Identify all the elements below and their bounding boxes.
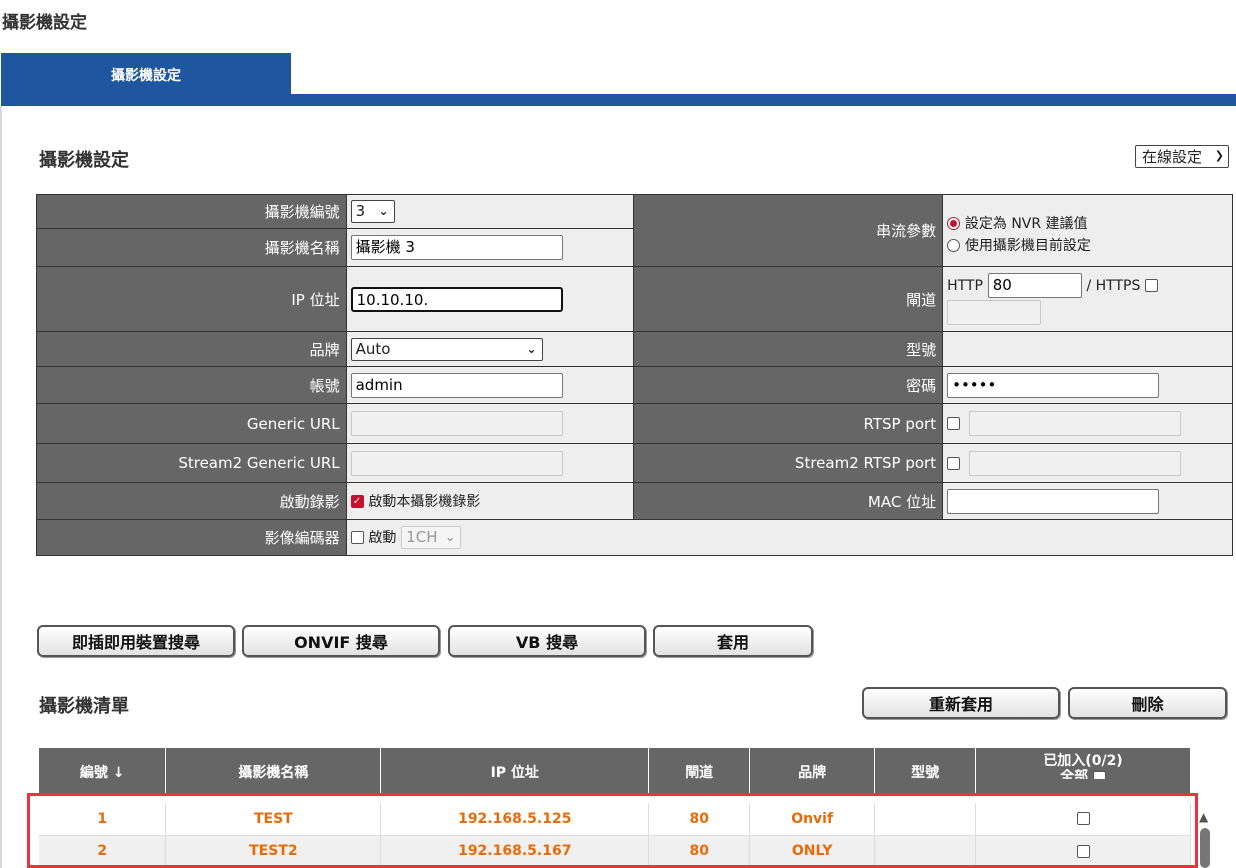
brand-label: 品牌 xyxy=(36,331,347,367)
http-label: HTTP xyxy=(947,278,983,294)
row-brand: ONLY xyxy=(749,835,876,868)
stream-opt1-label: 設定為 NVR 建議值 xyxy=(964,215,1088,232)
mac-input[interactable] xyxy=(947,488,1160,514)
mode-select-value: 在線設定 xyxy=(1142,148,1203,166)
account-label: 帳號 xyxy=(36,366,347,404)
vb-search-button[interactable]: VB 搜尋 xyxy=(448,625,646,657)
row-checkbox[interactable] xyxy=(1076,844,1090,858)
tab-stripe xyxy=(1,94,1236,106)
rtsp-label: RTSP port xyxy=(633,403,944,444)
mac-label: MAC 位址 xyxy=(633,482,944,520)
stream2-rtsp-checkbox[interactable] xyxy=(947,456,961,470)
record-checkbox[interactable]: ✓ xyxy=(350,495,364,508)
camera-no-label: 攝影機編號 xyxy=(36,194,347,229)
chevron-down-icon: ⌄ xyxy=(378,204,389,218)
encoder-label: 影像編碼器 xyxy=(36,519,347,556)
col-name-header: 攝影機名稱 xyxy=(165,748,382,795)
col-brand-header: 品牌 xyxy=(749,748,876,795)
https-label: / HTTPS xyxy=(1086,278,1141,294)
chevron-down-icon: ⌄ xyxy=(526,341,537,356)
row-no: 2 xyxy=(39,835,167,868)
row-no: 1 xyxy=(39,803,167,836)
added-count-label: 已加入(0/2) xyxy=(1043,753,1123,769)
onvif-search-button[interactable]: ONVIF 搜尋 xyxy=(242,625,440,657)
mode-select[interactable]: 在線設定 ❯ xyxy=(1135,145,1229,168)
ip-label: IP 位址 xyxy=(36,266,347,332)
generic-url-label: Generic URL xyxy=(36,403,347,444)
stream-opt2-label: 使用攝影機目前設定 xyxy=(964,237,1091,254)
tab-bar: 攝影機設定 xyxy=(0,53,1236,106)
password-label: 密碼 xyxy=(633,366,944,404)
table-row[interactable]: 1 TEST 192.168.5.125 80 Onvif xyxy=(39,803,1191,836)
tab-camera-settings[interactable]: 攝影機設定 xyxy=(1,53,291,96)
brand-value: Auto xyxy=(355,339,391,358)
row-model xyxy=(874,835,977,868)
record-option-label: 啟動本攝影機錄影 xyxy=(368,494,481,510)
row-port: 80 xyxy=(648,803,751,836)
list-title: 攝影機清單 xyxy=(39,696,129,717)
stream-nvr-radio[interactable] xyxy=(947,216,961,230)
row-model xyxy=(874,803,977,836)
camera-name-label: 攝影機名稱 xyxy=(36,228,347,267)
camera-form: 攝影機編號 3 ⌄ 串流參數 設定為 NVR 建議值 使用攝影機目前設定 攝影機… xyxy=(36,194,1234,556)
section-title: 攝影機設定 xyxy=(39,150,129,171)
row-ip: 192.168.5.125 xyxy=(380,803,650,836)
encoder-channel-select[interactable]: 1CH ⌄ xyxy=(401,526,462,549)
ip-input[interactable]: 10.10.10. xyxy=(350,286,563,312)
model-label: 型號 xyxy=(633,331,944,367)
col-port-header: 閘道 xyxy=(648,748,751,795)
stream2-url-label: Stream2 Generic URL xyxy=(36,443,347,483)
col-added-header: 已加入(0/2) 全部 xyxy=(975,748,1191,795)
select-all-checkbox[interactable] xyxy=(1092,770,1106,779)
https-checkbox[interactable] xyxy=(1145,279,1159,292)
row-port: 80 xyxy=(648,835,751,868)
stream-camera-radio[interactable] xyxy=(947,238,961,252)
encoder-channel-value: 1CH xyxy=(406,528,438,546)
stream2-url-input[interactable] xyxy=(350,450,563,476)
row-brand: Onvif xyxy=(749,803,876,836)
rtsp-port-input[interactable] xyxy=(968,411,1181,436)
stream2-rtsp-port-input[interactable] xyxy=(968,450,1181,476)
account-input[interactable]: admin xyxy=(350,372,563,398)
camera-name-input[interactable]: 攝影機 3 xyxy=(350,235,563,260)
select-all-label: 全部 xyxy=(1060,769,1089,779)
chevron-down-icon: ⌄ xyxy=(445,530,456,544)
stream2-rtsp-label: Stream2 RTSP port xyxy=(633,443,944,483)
camera-no-select[interactable]: 3 ⌄ xyxy=(350,200,395,223)
camera-list-table: 編號 ↓ 攝影機名稱 IP 位址 閘道 品牌 型號 已加入(0/2) 全部 1 … xyxy=(39,748,1191,868)
http-port-input[interactable]: 80 xyxy=(987,273,1082,298)
row-name: TEST2 xyxy=(165,835,382,868)
reapply-button[interactable]: 重新套用 xyxy=(862,687,1060,719)
col-model-header: 型號 xyxy=(874,748,977,795)
page-title: 攝影機設定 xyxy=(2,13,87,33)
port-label: 閘道 xyxy=(633,266,944,332)
encoder-checkbox[interactable] xyxy=(350,531,364,544)
encoder-option-label: 啟動 xyxy=(368,530,397,546)
password-input[interactable]: ••••• xyxy=(947,372,1160,398)
rtsp-checkbox[interactable] xyxy=(947,417,961,430)
row-name: TEST xyxy=(165,803,382,836)
row-ip: 192.168.5.167 xyxy=(380,835,650,868)
stream-param-label: 串流參數 xyxy=(633,194,944,267)
pnp-search-button[interactable]: 即插即用裝置搜尋 xyxy=(37,625,235,657)
delete-button[interactable]: 刪除 xyxy=(1068,687,1227,719)
apply-button[interactable]: 套用 xyxy=(653,625,813,657)
table-row[interactable]: 2 TEST2 192.168.5.167 80 ONLY xyxy=(39,835,1191,868)
model-value xyxy=(942,331,1233,367)
col-no-header[interactable]: 編號 ↓ xyxy=(39,748,167,795)
scroll-up-icon[interactable]: ▲ xyxy=(1199,810,1208,824)
col-ip-header: IP 位址 xyxy=(380,748,650,795)
generic-url-input[interactable] xyxy=(350,411,563,436)
content-border xyxy=(0,106,2,868)
row-checkbox[interactable] xyxy=(1076,812,1090,826)
brand-select[interactable]: Auto ⌄ xyxy=(350,337,543,361)
scrollbar-thumb[interactable] xyxy=(1200,828,1210,868)
record-label: 啟動錄影 xyxy=(36,482,347,520)
chevron-down-icon: ❯ xyxy=(1214,149,1224,162)
https-port-input[interactable] xyxy=(947,300,1042,325)
camera-no-value: 3 xyxy=(355,202,366,220)
